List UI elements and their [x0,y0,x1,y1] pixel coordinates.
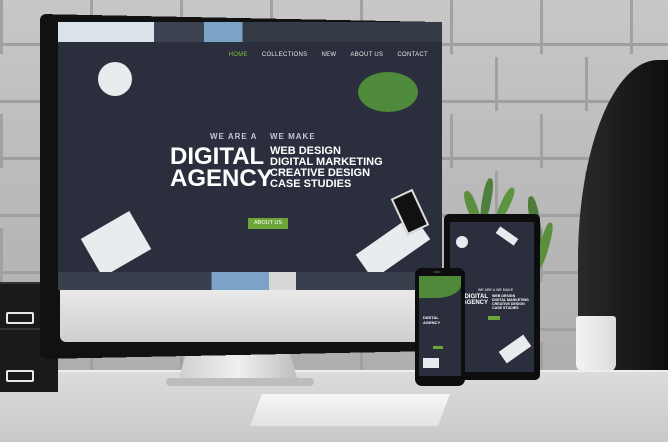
brick-joint [450,114,453,168]
brick-joint [540,114,543,168]
site-nav: HOME COLLECTIONS NEW ABOUT US CONTACT [229,52,428,58]
imac-chin [60,290,432,342]
brick-joint [450,0,453,54]
white-cup [576,316,616,372]
brick-joint [630,0,633,54]
nav-new[interactable]: NEW [321,52,336,58]
box-handle [6,312,34,324]
brick-joint [0,0,3,54]
hero-prefix-left: WE ARE A [210,132,258,141]
nav-about-us[interactable]: ABOUT US [350,52,383,58]
hero-title: DIGITAL AGENCY [170,145,273,192]
brick-joint [0,228,3,282]
tablet-cta-button[interactable] [488,316,500,320]
imac-screen: HOME COLLECTIONS NEW ABOUT US CONTACT WE… [58,22,442,290]
nav-collections[interactable]: COLLECTIONS [262,52,308,58]
decor-plant [419,276,461,298]
decor-plant [358,72,418,112]
tablet-prefix: WE ARE A WE MAKE [478,288,514,292]
services-list: WEB DESIGN DIGITAL MARKETING CREATIVE DE… [270,146,383,190]
decor-item [456,236,468,248]
about-us-button[interactable]: ABOUT US [248,218,288,229]
service-item: CASE STUDIES [270,178,352,190]
decor-item [495,226,519,246]
imac-stand-foot [166,378,314,386]
phone-title: DIGITAL AGENCY [423,315,441,325]
screen-bottom-strip [58,272,442,290]
brick-joint [585,57,588,111]
decor-item [498,334,532,364]
hero-prefix-right: WE MAKE [270,132,316,141]
wireless-keyboard [250,394,450,426]
nav-home[interactable]: HOME [229,52,248,58]
phone-cta-button[interactable] [433,346,443,349]
brick-joint [540,0,543,54]
tablet-services: WEB DESIGN DIGITAL MARKETING CREATIVE DE… [492,294,529,310]
nav-contact[interactable]: CONTACT [397,52,428,58]
phone-speaker [433,271,441,273]
phone-screen: DIGITAL AGENCY [419,276,461,376]
brick-joint [495,57,498,111]
brick-joint [0,114,3,168]
decor-mouse [98,62,132,96]
decor-notepad [80,210,152,278]
smartphone: DIGITAL AGENCY [415,268,465,386]
decor-item [423,358,439,368]
hero-title-line2: AGENCY [170,165,273,192]
box-handle [6,370,34,382]
screen-top-strip [58,22,442,42]
